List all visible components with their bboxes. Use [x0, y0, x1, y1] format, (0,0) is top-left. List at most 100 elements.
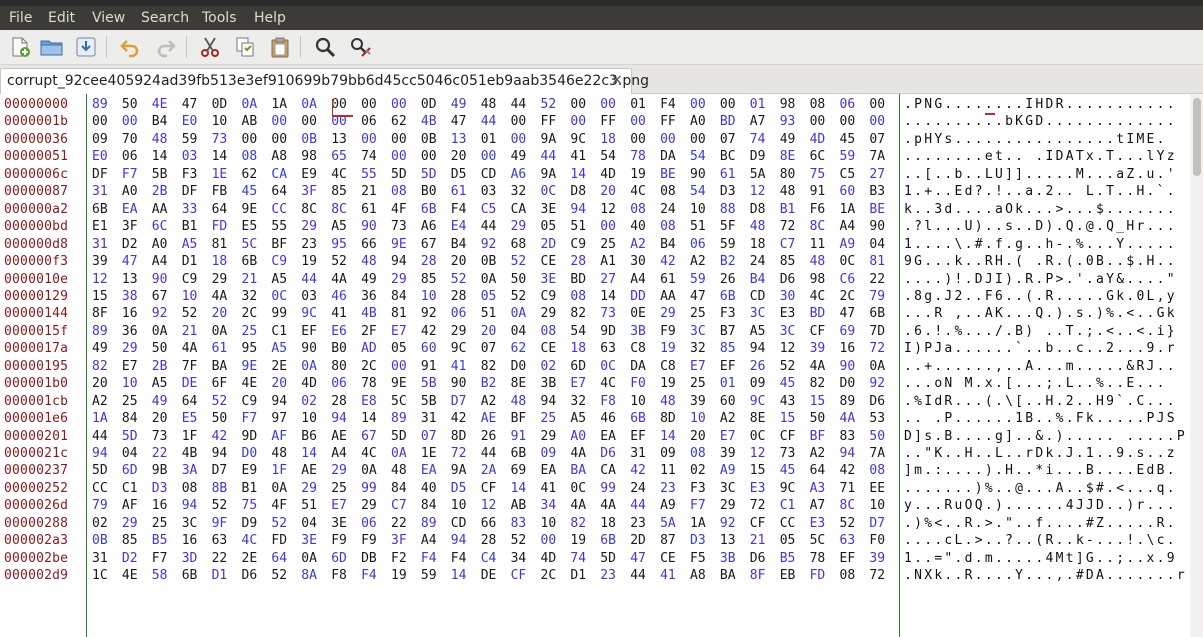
hex-byte[interactable]: 51: [481, 306, 499, 321]
hex-byte[interactable]: 70: [122, 132, 140, 147]
hex-byte[interactable]: 18: [750, 237, 768, 252]
hex-byte[interactable]: 20: [481, 324, 499, 339]
hex-byte[interactable]: C7: [780, 237, 798, 252]
hex-byte[interactable]: 47: [182, 97, 200, 112]
hex-byte[interactable]: 00: [690, 132, 708, 147]
hex-byte[interactable]: 52: [840, 516, 858, 531]
hex-byte[interactable]: 49: [451, 97, 469, 112]
hex-byte[interactable]: 5C: [242, 237, 260, 252]
hex-byte[interactable]: E7: [391, 324, 409, 339]
hex-byte[interactable]: 14: [570, 167, 588, 182]
ascii-text[interactable]: .)%<..R.>."..f....#Z.....R.: [904, 516, 1177, 531]
hex-byte[interactable]: 08: [630, 202, 648, 217]
hex-byte[interactable]: 19: [630, 167, 648, 182]
hex-byte[interactable]: 88: [720, 202, 738, 217]
hex-byte[interactable]: D2: [122, 551, 140, 566]
hex-byte[interactable]: 0C: [750, 429, 768, 444]
hex-byte[interactable]: 12: [780, 341, 798, 356]
hex-byte[interactable]: A9: [660, 498, 678, 513]
hex-byte[interactable]: CA: [600, 463, 618, 478]
hex-byte[interactable]: 82: [570, 306, 588, 321]
hex-byte[interactable]: 89: [840, 394, 858, 409]
hex-byte[interactable]: B4: [451, 237, 469, 252]
hex-byte[interactable]: 48: [361, 254, 379, 269]
hex-byte[interactable]: 00: [660, 132, 678, 147]
hex-byte[interactable]: 4C: [810, 289, 828, 304]
hex-byte[interactable]: 8C: [331, 202, 349, 217]
ascii-text[interactable]: .NXk..R....Y...,.#DA.......r: [904, 568, 1187, 583]
hex-byte[interactable]: 61: [720, 167, 738, 182]
hex-byte[interactable]: 78: [810, 551, 828, 566]
hex-byte[interactable]: 22: [869, 272, 887, 287]
hex-byte[interactable]: 24: [660, 202, 678, 217]
hex-byte[interactable]: 9C: [750, 394, 768, 409]
hex-byte[interactable]: 7A: [869, 149, 887, 164]
hex-byte[interactable]: 48: [750, 219, 768, 234]
hex-byte[interactable]: 00: [391, 132, 409, 147]
hex-byte[interactable]: 4A: [570, 498, 588, 513]
hex-byte[interactable]: 84: [421, 498, 439, 513]
hex-byte[interactable]: A5: [271, 341, 289, 356]
hex-byte[interactable]: 19: [660, 341, 678, 356]
hex-byte[interactable]: 34: [541, 498, 559, 513]
hex-byte[interactable]: 00: [361, 132, 379, 147]
hex-byte[interactable]: 45: [780, 463, 798, 478]
hex-byte[interactable]: 5F: [720, 219, 738, 234]
hex-byte[interactable]: 2C: [242, 306, 260, 321]
hex-byte[interactable]: 5A: [660, 516, 678, 531]
hex-byte[interactable]: 11: [810, 237, 828, 252]
hex-byte[interactable]: CA: [271, 167, 289, 182]
hex-byte[interactable]: C9: [271, 254, 289, 269]
hex-byte[interactable]: E7: [690, 359, 708, 374]
hex-byte[interactable]: 12: [92, 272, 110, 287]
hex-byte[interactable]: 9F: [212, 516, 230, 531]
hex-byte[interactable]: 52: [541, 97, 559, 112]
hex-byte[interactable]: 36: [361, 289, 379, 304]
hex-byte[interactable]: EF: [840, 551, 858, 566]
hex-byte[interactable]: 0A: [869, 359, 887, 374]
hex-byte[interactable]: 9A: [541, 167, 559, 182]
hex-byte[interactable]: 52: [271, 516, 289, 531]
hex-byte[interactable]: 52: [451, 272, 469, 287]
hex-byte[interactable]: 64: [810, 463, 828, 478]
hex-byte[interactable]: 00: [391, 149, 409, 164]
hex-byte[interactable]: 08: [810, 97, 828, 112]
hex-byte[interactable]: 75: [810, 167, 828, 182]
hex-byte[interactable]: CF: [810, 324, 828, 339]
hex-byte[interactable]: 4A: [810, 359, 828, 374]
hex-byte[interactable]: 10: [182, 289, 200, 304]
hex-byte[interactable]: 14: [511, 481, 529, 496]
hex-byte[interactable]: EA: [541, 463, 559, 478]
hex-byte[interactable]: 94: [92, 446, 110, 461]
hex-byte[interactable]: D7: [212, 463, 230, 478]
hex-byte[interactable]: EA: [122, 202, 140, 217]
hex-byte[interactable]: 52: [511, 254, 529, 269]
hex-byte[interactable]: 29: [331, 463, 349, 478]
hex-byte[interactable]: 50: [122, 97, 140, 112]
hex-byte[interactable]: 28: [331, 394, 349, 409]
hex-byte[interactable]: 63: [212, 533, 230, 548]
hex-byte[interactable]: B2: [720, 254, 738, 269]
ascii-text[interactable]: 9G...k..RH.( .R.(.0B..$.H..: [904, 254, 1177, 269]
hex-byte[interactable]: 51: [301, 498, 319, 513]
hex-byte[interactable]: 22: [152, 446, 170, 461]
hex-byte[interactable]: EE: [869, 481, 887, 496]
hex-byte[interactable]: 6B: [600, 533, 618, 548]
hex-byte[interactable]: 74: [750, 132, 768, 147]
hex-byte[interactable]: 83: [511, 516, 529, 531]
hex-byte[interactable]: 0C: [541, 184, 559, 199]
hex-byte[interactable]: 23: [301, 237, 319, 252]
hex-byte[interactable]: D0: [242, 446, 260, 461]
hex-byte[interactable]: 87: [660, 533, 678, 548]
hex-byte[interactable]: 26: [481, 429, 499, 444]
hex-byte[interactable]: F7: [242, 411, 260, 426]
hex-byte[interactable]: 2D: [541, 237, 559, 252]
hex-byte[interactable]: 90: [301, 341, 319, 356]
hex-byte[interactable]: 59: [690, 272, 708, 287]
hex-byte[interactable]: 06: [122, 149, 140, 164]
hex-byte[interactable]: 92: [421, 306, 439, 321]
hex-byte[interactable]: 5B: [152, 167, 170, 182]
hex-byte[interactable]: 84: [391, 289, 409, 304]
hex-byte[interactable]: 14: [600, 289, 618, 304]
cut-icon[interactable]: [196, 33, 224, 61]
